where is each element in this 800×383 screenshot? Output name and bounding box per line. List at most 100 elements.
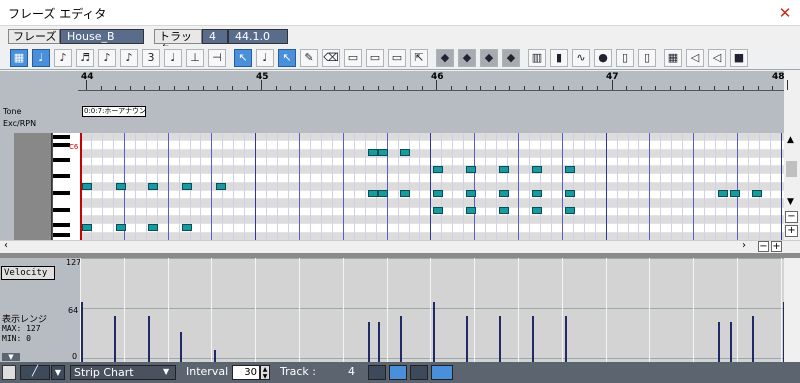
tool-icon[interactable]: ◆: [502, 49, 520, 67]
velocity-scroll[interactable]: [784, 258, 800, 362]
tool-icon[interactable]: ◆: [458, 49, 476, 67]
note-event[interactable]: [499, 166, 509, 173]
bars-icon[interactable]: [389, 365, 407, 380]
velocity-bar[interactable]: [466, 316, 468, 362]
note-event[interactable]: [532, 166, 542, 173]
ramp-icon[interactable]: [368, 365, 386, 380]
black-key[interactable]: [53, 191, 70, 195]
velocity-bar[interactable]: [114, 316, 116, 362]
piano-roll-grid[interactable]: [80, 133, 784, 240]
pointer-icon[interactable]: ↖: [278, 49, 296, 67]
meter-icon[interactable]: ▯: [616, 49, 634, 67]
black-key[interactable]: [53, 233, 70, 237]
tool-icon[interactable]: ◆: [480, 49, 498, 67]
note-event[interactable]: [368, 190, 378, 197]
triplet-icon[interactable]: 3: [142, 49, 160, 67]
cursor-icon[interactable]: ⇱: [410, 49, 428, 67]
black-key[interactable]: [53, 158, 70, 162]
note-event[interactable]: [400, 190, 410, 197]
note-event[interactable]: [82, 224, 92, 231]
velocity-bar[interactable]: [565, 316, 567, 362]
note-icon[interactable]: ♩: [256, 49, 274, 67]
note-event[interactable]: [116, 224, 126, 231]
tone-event[interactable]: 0:0:7:ホーアナウンド: [82, 106, 146, 117]
vertical-scrollbar[interactable]: ▲ ▼ − +: [784, 133, 800, 240]
eighth-note-icon[interactable]: ♪: [54, 49, 72, 67]
velocity-bar[interactable]: [400, 316, 402, 362]
chart-type-select[interactable]: Strip Chart ▼: [70, 365, 176, 380]
wave-icon[interactable]: ∿: [572, 49, 590, 67]
black-key[interactable]: [53, 135, 70, 139]
tool-dropdown-icon[interactable]: ▼: [51, 365, 65, 380]
meter-icon[interactable]: ▯: [638, 49, 656, 67]
piano-icon[interactable]: ▦: [664, 49, 682, 67]
note-event[interactable]: [532, 207, 542, 214]
velocity-bar[interactable]: [148, 316, 150, 362]
select-icon[interactable]: ▭: [366, 49, 384, 67]
sixteenth-note-icon[interactable]: ♬: [76, 49, 94, 67]
black-key[interactable]: [53, 208, 70, 212]
phrase-value[interactable]: House_B: [60, 29, 144, 44]
dotted-note-icon[interactable]: ♩: [164, 49, 182, 67]
pencil-icon[interactable]: ✎: [300, 49, 318, 67]
note-event[interactable]: [532, 190, 542, 197]
position-value[interactable]: 44.1.0: [228, 29, 288, 44]
speaker-icon[interactable]: ◁: [708, 49, 726, 67]
black-key[interactable]: [53, 223, 70, 227]
note-event[interactable]: [433, 166, 443, 173]
note-event[interactable]: [466, 166, 476, 173]
speaker-icon[interactable]: ◁: [686, 49, 704, 67]
velocity-bar[interactable]: [81, 302, 83, 362]
note-event[interactable]: [433, 207, 443, 214]
black-key[interactable]: [53, 143, 70, 147]
select-icon[interactable]: ▭: [344, 49, 362, 67]
velocity-header[interactable]: Velocity: [1, 266, 55, 280]
record-icon[interactable]: ●: [594, 49, 612, 67]
note-event[interactable]: [565, 207, 575, 214]
velocity-bar[interactable]: [214, 350, 216, 362]
note-event[interactable]: [216, 183, 226, 190]
note-event[interactable]: [565, 190, 575, 197]
velocity-icon[interactable]: ▮: [550, 49, 568, 67]
note-event[interactable]: [499, 190, 509, 197]
black-key[interactable]: [53, 174, 70, 178]
step-icon[interactable]: [410, 365, 428, 380]
measure-ruler[interactable]: 44 45 46 47 48: [78, 71, 788, 91]
note-event[interactable]: [182, 224, 192, 231]
note-event[interactable]: [565, 166, 575, 173]
eraser-icon[interactable]: ⌫: [322, 49, 340, 67]
note-event[interactable]: [148, 183, 158, 190]
velocity-bar[interactable]: [752, 316, 754, 362]
note-icon[interactable]: ♪: [98, 49, 116, 67]
zoom-out-button[interactable]: −: [758, 241, 769, 252]
note-event[interactable]: [116, 183, 126, 190]
grid-icon[interactable]: ▦: [10, 49, 28, 67]
quantize-icon[interactable]: ⊣: [208, 49, 226, 67]
interval-stepper[interactable]: ▲ ▼: [260, 365, 270, 380]
select-icon[interactable]: ▭: [388, 49, 406, 67]
note-event[interactable]: [466, 190, 476, 197]
note-event[interactable]: [433, 190, 443, 197]
line-tool-icon[interactable]: ╱: [20, 365, 50, 380]
pointer-icon[interactable]: ↖: [234, 49, 252, 67]
note-event[interactable]: [718, 190, 728, 197]
select-tool-icon[interactable]: [2, 365, 16, 380]
velocity-chart[interactable]: [80, 258, 785, 362]
note-event[interactable]: [400, 149, 410, 156]
velocity-bar[interactable]: [532, 316, 534, 362]
stop-icon[interactable]: ■: [730, 49, 748, 67]
velocity-bar[interactable]: [433, 302, 435, 362]
close-icon[interactable]: ✕: [770, 0, 800, 26]
note-event[interactable]: [466, 207, 476, 214]
note-event[interactable]: [730, 190, 740, 197]
quantize-icon[interactable]: ⊥: [186, 49, 204, 67]
note-event[interactable]: [378, 190, 388, 197]
velocity-bar[interactable]: [718, 322, 720, 362]
note-icon[interactable]: ♪: [120, 49, 138, 67]
velocity-bar[interactable]: [368, 322, 370, 362]
velocity-bar[interactable]: [180, 332, 182, 362]
zoom-in-button[interactable]: +: [771, 241, 782, 252]
note-event[interactable]: [378, 149, 388, 156]
control-lanes[interactable]: [78, 91, 784, 133]
horizontal-scrollbar[interactable]: ‹ › − +: [0, 240, 800, 253]
